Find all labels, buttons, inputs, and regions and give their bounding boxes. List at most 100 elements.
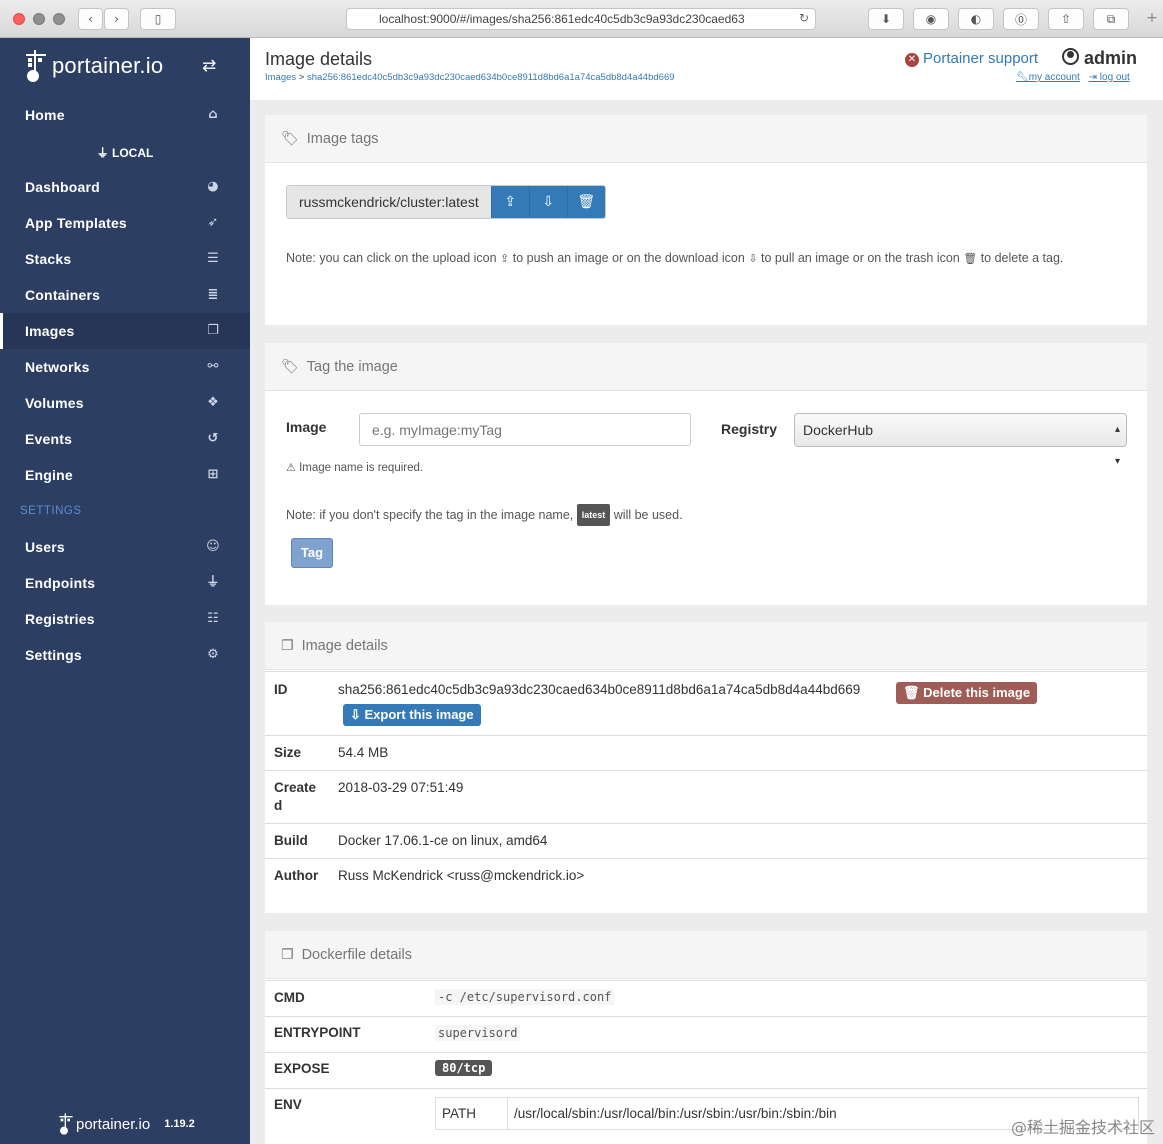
tag-icon: 🏷︎ <box>281 358 299 375</box>
created-label-wrap: d <box>274 798 283 813</box>
password-icon: ⓪ <box>1014 12 1027 27</box>
tags-note: Note: you can click on the upload icon ⇪… <box>286 251 1064 265</box>
expose-label: EXPOSE <box>274 1061 330 1076</box>
forward-button[interactable]: › <box>104 8 129 30</box>
validation-warning: ⚠ Image name is required. <box>286 461 424 474</box>
nav-networks[interactable]: Networks ⚯ <box>0 349 250 385</box>
log-out-link[interactable]: ⇥ log out <box>1089 72 1130 83</box>
sidebar-toggle-button[interactable]: ▯ <box>140 8 176 30</box>
extension-button[interactable]: ◉ <box>913 8 949 30</box>
port-badge: 80/tcp <box>435 1060 493 1076</box>
image-name-input[interactable] <box>359 413 691 446</box>
nav-app-templates[interactable]: App Templates ➶ <box>0 205 250 241</box>
cubes-icon: ❖ <box>207 395 219 410</box>
tabs-button[interactable]: ⧉ <box>1093 8 1129 30</box>
back-button[interactable]: ‹ <box>78 8 103 30</box>
nav-label: Volumes <box>25 395 84 411</box>
breadcrumb-current[interactable]: sha256:861edc40c5db3c9a93dc230caed634b0c… <box>307 72 675 83</box>
home-icon: ⌂ <box>208 107 218 122</box>
build-row: Build Docker 17.06.1-ce on linux, amd64 <box>265 823 1147 858</box>
close-window-button[interactable] <box>13 13 25 25</box>
nav-engine[interactable]: Engine ⊞ <box>0 457 250 493</box>
panel-heading: ❐ Dockerfile details <box>265 931 1147 979</box>
delete-tag-button[interactable]: 🗑︎ <box>566 186 605 218</box>
password-extension-button[interactable]: ⓪ <box>1003 8 1039 30</box>
panel-heading: 🏷︎ Image tags <box>265 115 1147 163</box>
created-label: Create <box>274 780 317 795</box>
account-links: 🔧︎my account ⇥ log out <box>1010 72 1130 83</box>
download-icon: ⇩ <box>542 194 555 210</box>
users-icon: ☺ <box>206 539 220 554</box>
entrypoint-label: ENTRYPOINT <box>274 1025 361 1040</box>
portainer-logo-icon <box>59 1113 73 1135</box>
nav-endpoints[interactable]: Endpoints ⏚ <box>0 565 250 601</box>
brand-logo[interactable]: portainer.io <box>24 46 163 86</box>
address-bar[interactable]: localhost:9000/#/images/sha256:861edc40c… <box>346 8 816 30</box>
tag-button[interactable]: Tag <box>291 538 333 568</box>
nav-events[interactable]: Events ↺ <box>0 421 250 457</box>
support-link[interactable]: ✕ Portainer support <box>905 50 1038 67</box>
downloads-button[interactable]: ⬇ <box>868 8 904 30</box>
nav-volumes[interactable]: Volumes ❖ <box>0 385 250 421</box>
footer-brand: portainer.io <box>76 1115 151 1133</box>
extension-icon: ◉ <box>925 12 937 26</box>
id-value: sha256:861edc40c5db3c9a93dc230caed634b0c… <box>338 682 861 697</box>
toggle-extension-button[interactable]: ◐ <box>958 8 994 30</box>
nav-label: Images <box>25 323 75 339</box>
nav-label: Events <box>25 431 73 447</box>
panel-heading: 🏷︎ Tag the image <box>265 343 1147 391</box>
clone-icon: ❐ <box>207 323 219 338</box>
brand-name: portainer.io <box>52 53 164 78</box>
nav-home[interactable]: Home ⌂ <box>0 97 250 133</box>
push-tag-button[interactable]: ⇪ <box>490 186 529 218</box>
share-button[interactable]: ⇧ <box>1048 8 1084 30</box>
chevron-left-icon: ‹ <box>88 12 93 26</box>
minimize-window-button[interactable] <box>33 13 45 25</box>
nav-images[interactable]: Images ❐ <box>0 313 250 349</box>
tag-name: russmckendrick/cluster:latest <box>287 186 491 218</box>
latest-badge: latest <box>576 504 611 526</box>
nav-users[interactable]: Users ☺ <box>0 529 250 565</box>
support-icon: ✕ <box>905 53 919 67</box>
env-label: ENV <box>274 1097 302 1112</box>
nav-label: Stacks <box>25 251 72 267</box>
nav-registries[interactable]: Registries ☷ <box>0 601 250 637</box>
delete-image-button[interactable]: 🗑︎ Delete this image <box>896 682 1038 704</box>
th-list-icon: ☰ <box>207 251 219 266</box>
cogs-icon: ⚙ <box>207 647 219 662</box>
pull-tag-button[interactable]: ⇩ <box>528 186 567 218</box>
zoom-window-button[interactable] <box>53 13 65 25</box>
nav-stacks[interactable]: Stacks ☰ <box>0 241 250 277</box>
switch-endpoint-icon[interactable]: ⇄ <box>202 56 216 76</box>
author-value: Russ McKendrick <russ@mckendrick.io> <box>338 868 585 883</box>
tag-button-group: russmckendrick/cluster:latest ⇪ ⇩ 🗑︎ <box>286 185 606 219</box>
plug-icon: ⏚ <box>96 146 112 160</box>
tachometer-icon: ◕ <box>207 179 219 194</box>
id-row: ID sha256:861edc40c5db3c9a93dc230caed634… <box>265 671 1147 735</box>
download-icon: ⬇ <box>880 12 892 26</box>
registry-select[interactable]: DockerHub ▴ ▾ <box>794 413 1127 467</box>
image-details-panel: ❐ Image details ID sha256:861edc40c5db3c… <box>265 622 1147 913</box>
entrypoint-row: ENTRYPOINT supervisord <box>265 1016 1147 1052</box>
endpoint-label: ⏚ LOCAL <box>96 146 154 160</box>
history-icon: ↺ <box>207 431 219 446</box>
trash-icon: 🗑︎ <box>577 194 596 210</box>
expose-row: EXPOSE 80/tcp <box>265 1052 1147 1088</box>
reload-icon[interactable]: ↻ <box>799 11 809 25</box>
panel-heading: ❐ Image details <box>265 622 1147 670</box>
nav-settings[interactable]: Settings ⚙ <box>0 637 250 673</box>
upload-icon: ⇪ <box>500 252 510 265</box>
breadcrumb-images-link[interactable]: Images <box>265 72 296 83</box>
nav-containers[interactable]: Containers ≣ <box>0 277 250 313</box>
rocket-icon: ➶ <box>207 215 219 230</box>
server-icon: ≣ <box>207 287 219 302</box>
download-icon: ⇩ <box>350 707 365 722</box>
new-tab-icon[interactable]: + <box>1141 10 1163 38</box>
upload-icon: ⇪ <box>504 194 517 210</box>
created-row: Create d 2018-03-29 07:51:49 <box>265 770 1147 823</box>
nav-dashboard[interactable]: Dashboard ◕ <box>0 169 250 205</box>
my-account-link[interactable]: 🔧︎my account <box>1016 72 1080 83</box>
nav-label: Networks <box>25 359 90 375</box>
export-image-button[interactable]: ⇩ Export this image <box>343 704 481 726</box>
id-label: ID <box>274 682 288 697</box>
